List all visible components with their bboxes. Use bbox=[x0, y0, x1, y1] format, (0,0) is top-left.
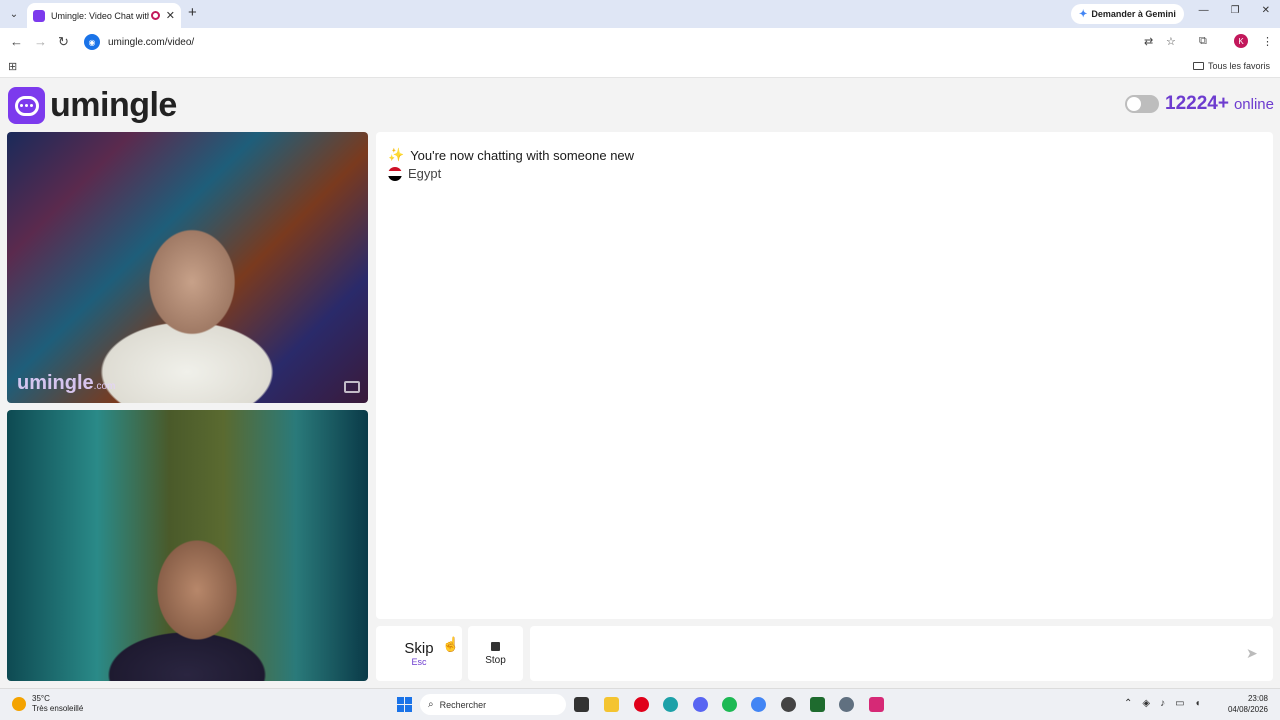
logo-text: umingle bbox=[50, 86, 177, 124]
settings-gear-icon[interactable] bbox=[839, 697, 854, 712]
restore-icon[interactable]: ❐ bbox=[1231, 5, 1240, 16]
stop-square-icon bbox=[491, 641, 500, 651]
window-controls: — ❐ ✕ bbox=[1199, 5, 1270, 16]
discord-icon[interactable] bbox=[693, 697, 708, 712]
egypt-flag-icon bbox=[388, 166, 402, 181]
app-icon[interactable] bbox=[781, 697, 796, 712]
profile-avatar[interactable]: K bbox=[1234, 34, 1248, 48]
self-video bbox=[7, 410, 368, 681]
task-view-icon[interactable] bbox=[574, 697, 589, 712]
translate-icon[interactable]: ⇄ bbox=[1144, 35, 1153, 48]
spotify-icon[interactable] bbox=[722, 697, 737, 712]
browser-tab-bar: ⌄ Umingle: Video Chat with S ✕ + ✦ Deman… bbox=[0, 0, 1280, 28]
chat-panel: ✨ You're now chatting with someone new E… bbox=[376, 132, 1273, 619]
stranger-video: umingle.com bbox=[7, 132, 368, 403]
weather-description: Très ensoleillé bbox=[32, 704, 84, 713]
taskbar-clock[interactable]: 23:08 04/08/2026 bbox=[1228, 693, 1268, 715]
favorites-label: Tous les favoris bbox=[1207, 61, 1270, 71]
all-favorites-button[interactable]: Tous les favoris bbox=[1192, 61, 1270, 71]
online-count: 12224+ bbox=[1165, 93, 1229, 114]
windows-start-icon[interactable] bbox=[397, 697, 412, 712]
message-input[interactable] bbox=[530, 626, 1273, 681]
chevron-up-icon[interactable]: ⌃ bbox=[1124, 698, 1132, 709]
umingle-favicon-icon bbox=[33, 9, 45, 22]
report-flag-icon[interactable] bbox=[344, 381, 360, 393]
online-indicator: 12224+ online bbox=[1125, 93, 1274, 115]
instagram-icon[interactable] bbox=[869, 697, 884, 712]
stop-button[interactable]: Stop bbox=[468, 626, 523, 681]
site-info-icon[interactable]: ◉ bbox=[84, 34, 100, 50]
site-logo[interactable]: umingle bbox=[8, 86, 177, 125]
system-tray: ⌃ ◈ ♪ ▭ ◖ bbox=[1124, 698, 1201, 709]
close-tab-icon[interactable]: ✕ bbox=[166, 9, 175, 22]
clock-time: 23:08 bbox=[1247, 694, 1268, 703]
umingle-page: umingle 12224+ online umingle.com ✨ You'… bbox=[0, 79, 1280, 688]
windows-taskbar: 35°C Très ensoleillé ⌕ Rechercher ⌃ ◈ ♪ … bbox=[0, 688, 1280, 720]
menu-dots-icon[interactable]: ⋮ bbox=[1262, 35, 1273, 48]
close-window-icon[interactable]: ✕ bbox=[1262, 5, 1270, 16]
edge-icon[interactable] bbox=[663, 697, 678, 712]
sun-icon bbox=[12, 697, 26, 711]
microphone-icon[interactable]: ♪ bbox=[1160, 698, 1165, 709]
weather-widget[interactable]: 35°C Très ensoleillé bbox=[12, 694, 83, 714]
tab-search-icon[interactable]: ⌄ bbox=[5, 5, 23, 23]
display-icon[interactable]: ▭ bbox=[1175, 698, 1184, 709]
extensions-icon[interactable]: ⧉ bbox=[1199, 35, 1207, 48]
skip-button[interactable]: Skip Esc bbox=[376, 626, 462, 681]
reload-icon[interactable]: ↻ bbox=[58, 34, 69, 50]
security-icon[interactable]: ◈ bbox=[1142, 698, 1150, 709]
clock-date: 04/08/2026 bbox=[1227, 705, 1268, 714]
folder-icon bbox=[1192, 62, 1204, 70]
mouse-cursor-icon: ☝ bbox=[442, 636, 460, 652]
file-explorer-icon[interactable] bbox=[604, 697, 619, 712]
online-label: online bbox=[1233, 95, 1274, 113]
recording-icon bbox=[150, 11, 160, 20]
volume-icon[interactable]: ◖ bbox=[1195, 698, 1201, 709]
taskbar-search[interactable]: ⌕ Rechercher bbox=[420, 694, 566, 715]
send-icon[interactable]: ➤ bbox=[1246, 645, 1258, 662]
address-bar[interactable]: ◉ umingle.com/video/ bbox=[80, 31, 1190, 53]
skip-label: Skip bbox=[404, 640, 434, 657]
bookmark-star-icon[interactable]: ☆ bbox=[1166, 35, 1176, 48]
apps-grid-icon[interactable]: ⊞ bbox=[8, 60, 17, 73]
terminal-icon[interactable] bbox=[810, 697, 825, 712]
sparkle-icon: ✨ bbox=[388, 147, 405, 162]
temperature: 35°C bbox=[32, 694, 50, 703]
country-name: Egypt bbox=[408, 166, 442, 181]
search-icon: ⌕ bbox=[428, 699, 434, 710]
url-text: umingle.com/video/ bbox=[108, 36, 195, 48]
browser-tab[interactable]: Umingle: Video Chat with S ✕ bbox=[27, 3, 181, 28]
chat-bubble-logo-icon bbox=[8, 87, 45, 124]
gemini-label: Demander à Gemini bbox=[1091, 9, 1176, 19]
stranger-country: Egypt bbox=[388, 166, 441, 181]
chrome-icon[interactable] bbox=[751, 697, 766, 712]
skip-shortcut: Esc bbox=[411, 657, 427, 667]
gemini-star-icon: ✦ bbox=[1079, 8, 1088, 20]
tab-title: Umingle: Video Chat with S bbox=[51, 10, 149, 21]
search-placeholder: Rechercher bbox=[439, 699, 487, 710]
gemini-button[interactable]: ✦ Demander à Gemini bbox=[1071, 4, 1184, 24]
new-tab-button[interactable]: + bbox=[188, 4, 197, 21]
theme-toggle[interactable] bbox=[1125, 95, 1160, 113]
system-message-text: You're now chatting with someone new bbox=[410, 147, 635, 163]
stop-label: Stop bbox=[485, 654, 506, 666]
video-watermark: umingle.com bbox=[17, 372, 116, 394]
back-arrow-icon[interactable]: ← bbox=[10, 34, 23, 49]
minimize-icon[interactable]: — bbox=[1199, 5, 1209, 16]
forward-arrow-icon[interactable]: → bbox=[34, 34, 47, 49]
bookmarks-bar: ⊞ Tous les favoris bbox=[0, 56, 1280, 78]
browser-toolbar: ← → ↻ ◉ umingle.com/video/ ⇄ ☆ ⧉ K ⋮ bbox=[0, 28, 1280, 56]
opera-icon[interactable] bbox=[634, 697, 649, 712]
system-message: ✨ You're now chatting with someone new bbox=[388, 147, 634, 163]
